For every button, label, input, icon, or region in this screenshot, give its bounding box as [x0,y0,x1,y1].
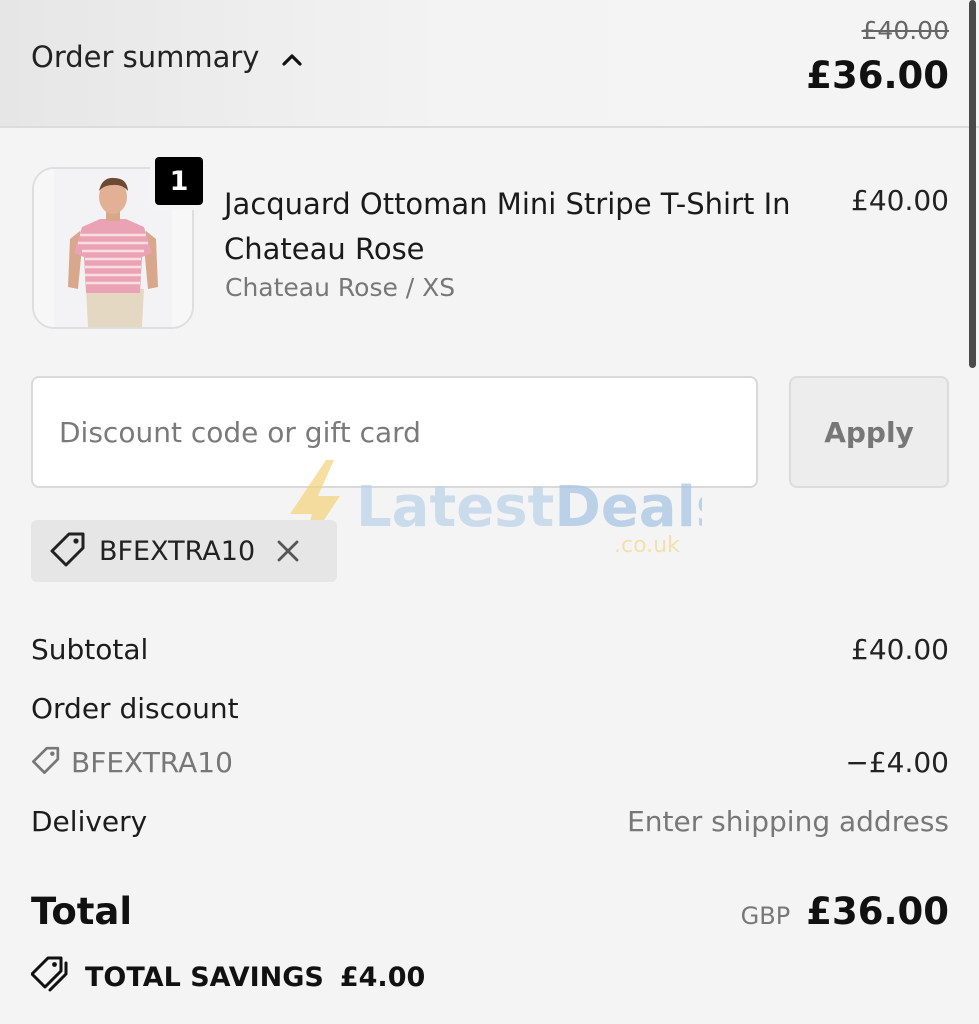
applied-coupon-chip: BFEXTRA10 [31,520,337,582]
watermark-domain-text: .co.uk [614,533,680,558]
delivery-row: Delivery Enter shipping address [31,805,949,838]
order-discount-row: Order discount [31,692,949,725]
scrollbar[interactable] [969,0,976,368]
total-savings: TOTAL SAVINGS £4.00 [30,955,426,1000]
current-price: £36.00 [806,54,949,97]
order-summary-toggle[interactable]: Order summary [31,40,303,74]
product-price: £40.00 [851,184,949,217]
applied-coupon-code: BFEXTRA10 [99,535,256,567]
order-summary-header: Order summary £40.00 £36.00 [0,0,979,128]
subtotal-label: Subtotal [31,633,149,666]
tags-icon [30,955,69,1000]
quantity-badge-count: 1 [155,157,203,205]
tag-icon [49,530,87,572]
apply-button[interactable]: Apply [789,376,949,488]
total-savings-value: £4.00 [339,962,426,993]
product-variant: Chateau Rose / XS [225,273,456,302]
subtotal-row: Subtotal £40.00 [31,633,949,666]
quantity-badge: 1 [150,152,208,210]
total-label: Total [31,890,133,933]
discount-amount: −£4.00 [845,745,949,779]
product-name: Jacquard Ottoman Mini Stripe T-Shirt In … [224,187,791,266]
discount-code-input[interactable] [31,376,758,488]
total-row: Total GBP £36.00 [31,890,949,933]
discount-code-group: BFEXTRA10 [31,745,233,779]
total-currency: GBP [740,902,791,930]
total-amount-group: GBP £36.00 [741,890,949,933]
subtotal-value: £40.00 [851,633,949,666]
chevron-up-icon [281,40,303,74]
order-discount-label: Order discount [31,692,239,725]
total-value: £36.00 [806,890,949,933]
discount-code-row: BFEXTRA10 −£4.00 [31,745,949,779]
delivery-value: Enter shipping address [627,805,949,838]
total-savings-label: TOTAL SAVINGS [85,962,324,993]
discount-code-name: BFEXTRA10 [71,745,233,779]
original-price: £40.00 [861,16,949,45]
remove-coupon-close-icon[interactable] [275,538,301,564]
delivery-label: Delivery [31,805,148,838]
order-summary-label: Order summary [31,40,260,74]
tag-icon [31,745,61,779]
